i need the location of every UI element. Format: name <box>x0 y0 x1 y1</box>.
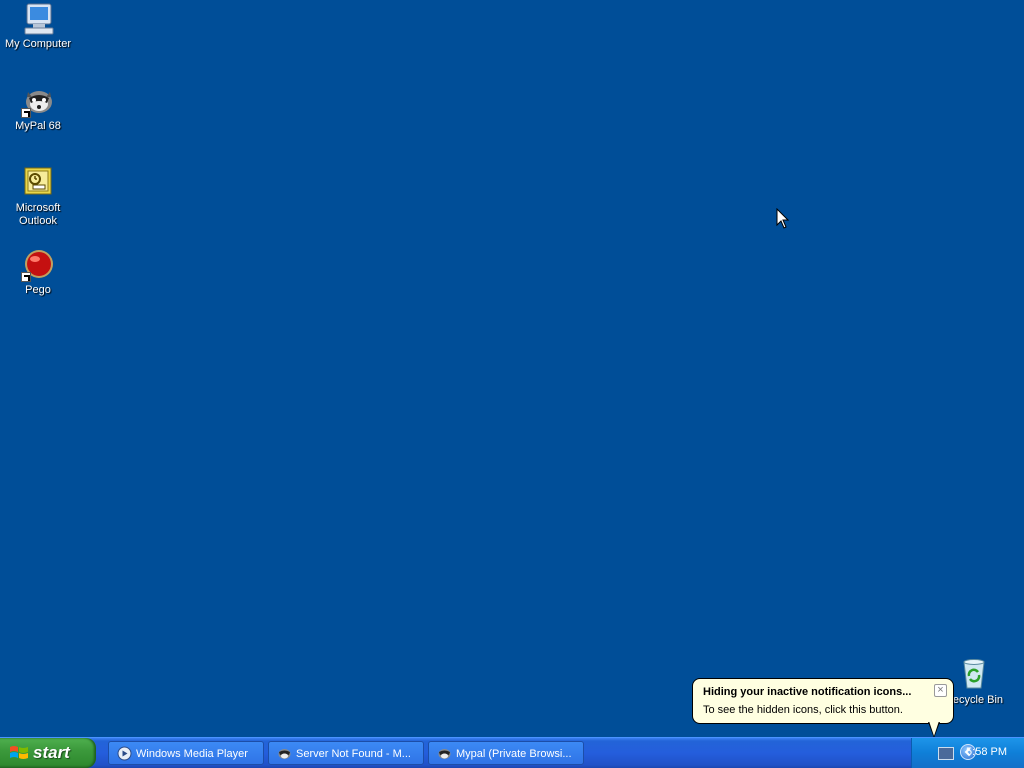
desktop-icon-mypal[interactable]: MyPal 68 <box>0 84 76 133</box>
balloon-tail-fill <box>929 721 939 736</box>
desktop-icon-pego[interactable]: Pego <box>0 248 76 297</box>
desktop-icon-label: Pego <box>25 284 51 296</box>
windows-flag-icon <box>10 746 28 759</box>
red-orb-icon <box>21 248 55 282</box>
desktop-icon-label: Microsoft Outlook <box>15 202 61 227</box>
desktop-icon-my-computer[interactable]: My Computer <box>0 2 76 51</box>
taskbar-button-label: Windows Media Player <box>136 748 248 760</box>
taskbar-button-label: Server Not Found - M... <box>296 748 411 760</box>
taskbar-button-media-player[interactable]: Windows Media Player <box>108 741 264 765</box>
taskbar-button-mypal-private[interactable]: Mypal (Private Browsi... <box>428 741 584 765</box>
desktop-icon-label: MyPal 68 <box>15 120 61 132</box>
media-player-icon <box>117 746 132 761</box>
taskbar-button-label: Mypal (Private Browsi... <box>456 748 572 760</box>
raccoon-icon <box>278 749 291 759</box>
taskbar: start Windows Media Player Server Not Fo… <box>0 737 1024 768</box>
balloon-close-button[interactable]: × <box>934 684 947 697</box>
start-label: start <box>33 743 70 762</box>
my-computer-icon <box>21 2 55 36</box>
shortcut-arrow-icon <box>21 272 31 282</box>
desktop-icon-label: My Computer <box>4 38 72 50</box>
balloon-title: Hiding your inactive notification icons.… <box>703 686 912 698</box>
tray-clock[interactable]: 5:58 PM <box>966 746 1007 758</box>
system-tray: 5:58 PM <box>911 738 1024 768</box>
raccoon-icon <box>21 84 55 118</box>
keyboard-icon[interactable] <box>938 747 954 760</box>
outlook-icon <box>21 166 55 200</box>
taskbar-button-server-not-found[interactable]: Server Not Found - M... <box>268 741 424 765</box>
balloon-text: To see the hidden icons, click this butt… <box>703 704 903 716</box>
notification-balloon[interactable]: Hiding your inactive notification icons.… <box>692 678 954 724</box>
shortcut-arrow-icon <box>21 108 31 118</box>
mouse-cursor-icon <box>776 208 790 229</box>
desktop-icon-outlook[interactable]: Microsoft Outlook <box>0 166 76 228</box>
start-button[interactable]: start <box>0 738 96 768</box>
raccoon-icon <box>438 749 451 759</box>
recycle-bin-icon <box>957 658 991 692</box>
